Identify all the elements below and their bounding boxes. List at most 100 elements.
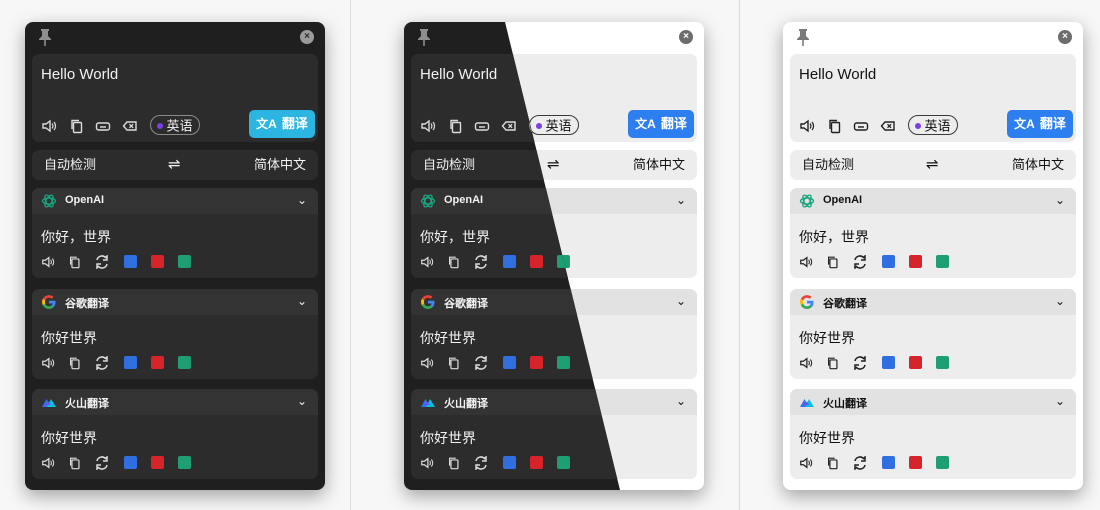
dictionary-red-icon-square <box>151 255 164 268</box>
source-text-input[interactable]: Hello World <box>420 66 497 83</box>
swap-languages-icon[interactable]: ⇌ <box>168 150 181 180</box>
retranslate-icon[interactable] <box>95 356 109 370</box>
source-language-select[interactable]: 自动检测 <box>44 150 96 180</box>
dictionary-blue-icon[interactable] <box>882 456 896 470</box>
dictionary-red-icon-square <box>530 456 543 469</box>
speaker-icon[interactable] <box>420 356 434 370</box>
dictionary-red-icon[interactable] <box>530 356 544 370</box>
copy-icon[interactable] <box>68 255 82 269</box>
speaker-icon[interactable] <box>799 456 813 470</box>
dictionary-blue-icon[interactable] <box>124 456 138 470</box>
speaker-icon[interactable] <box>799 356 813 370</box>
dictionary-green-icon[interactable] <box>936 255 950 269</box>
dictionary-red-icon[interactable] <box>530 255 544 269</box>
result-card-header[interactable]: 火山翻译 ⌄ <box>32 389 318 415</box>
result-card-header[interactable]: OpenAI ⌄ <box>32 188 318 214</box>
dictionary-green-icon[interactable] <box>936 456 950 470</box>
retranslate-icon[interactable] <box>95 255 109 269</box>
result-card-header[interactable]: OpenAI ⌄ <box>790 188 1076 214</box>
copy-icon[interactable] <box>68 456 82 470</box>
dictionary-blue-icon[interactable] <box>124 356 138 370</box>
pin-icon[interactable] <box>795 28 811 46</box>
collapse-icon[interactable]: ⌄ <box>296 393 308 409</box>
source-text-input[interactable]: Hello World <box>799 66 876 83</box>
dictionary-green-icon[interactable] <box>178 356 192 370</box>
retranslate-icon[interactable] <box>474 456 488 470</box>
swap-languages-icon[interactable]: ⇌ <box>926 150 939 180</box>
target-language-select[interactable]: 简体中文 <box>254 150 306 180</box>
pin-icon[interactable] <box>37 28 53 46</box>
dictionary-green-icon[interactable] <box>936 356 950 370</box>
collapse-icon[interactable]: ⌄ <box>296 192 308 208</box>
collapse-icon[interactable]: ⌄ <box>1054 192 1066 208</box>
dictionary-red-icon[interactable] <box>909 456 923 470</box>
retranslate-icon[interactable] <box>853 255 867 269</box>
dictionary-green-icon[interactable] <box>178 255 192 269</box>
copy-icon[interactable] <box>69 118 85 134</box>
language-bar: 自动检测 ⇌ 简体中文 <box>32 150 318 180</box>
retranslate-icon[interactable] <box>474 356 488 370</box>
dictionary-blue-icon[interactable] <box>882 356 896 370</box>
retranslate-icon[interactable] <box>95 456 109 470</box>
clear-icon[interactable] <box>501 118 517 134</box>
copy-icon[interactable] <box>447 356 461 370</box>
copy-icon[interactable] <box>826 356 840 370</box>
keyboard-icon[interactable] <box>853 118 869 134</box>
copy-icon[interactable] <box>68 356 82 370</box>
source-text-input[interactable]: Hello World <box>41 66 118 83</box>
collapse-icon[interactable]: ⌄ <box>1054 293 1066 309</box>
dictionary-red-icon[interactable] <box>909 255 923 269</box>
dictionary-blue-icon[interactable] <box>503 356 517 370</box>
translation-result: 你好，世界 <box>420 229 490 245</box>
clear-icon[interactable] <box>880 118 896 134</box>
speaker-icon[interactable] <box>41 356 55 370</box>
speaker-icon[interactable] <box>799 255 813 269</box>
source-language-select[interactable]: 自动检测 <box>423 150 475 180</box>
translate-button[interactable]: 文A 翻译 <box>1007 110 1073 138</box>
copy-icon[interactable] <box>826 255 840 269</box>
dictionary-blue-icon[interactable] <box>503 255 517 269</box>
dictionary-red-icon[interactable] <box>909 356 923 370</box>
service-name: OpenAI <box>65 194 105 206</box>
dictionary-red-icon[interactable] <box>151 255 165 269</box>
source-language-select[interactable]: 自动检测 <box>802 150 854 180</box>
speaker-icon[interactable] <box>799 118 815 134</box>
retranslate-icon[interactable] <box>853 456 867 470</box>
result-card-header[interactable]: 谷歌翻译 ⌄ <box>32 289 318 315</box>
speaker-icon[interactable] <box>420 255 434 269</box>
dictionary-red-icon[interactable] <box>530 456 544 470</box>
dictionary-blue-icon[interactable] <box>124 255 138 269</box>
copy-icon[interactable] <box>827 118 843 134</box>
target-language-select[interactable]: 简体中文 <box>1012 150 1064 180</box>
speaker-icon[interactable] <box>41 456 55 470</box>
speaker-icon[interactable] <box>41 255 55 269</box>
dictionary-red-icon[interactable] <box>151 356 165 370</box>
dictionary-green-icon[interactable] <box>557 456 571 470</box>
result-card-header[interactable]: 火山翻译 ⌄ <box>790 389 1076 415</box>
retranslate-icon[interactable] <box>853 356 867 370</box>
copy-icon[interactable] <box>448 118 464 134</box>
dictionary-green-icon[interactable] <box>557 356 571 370</box>
copy-icon[interactable] <box>447 255 461 269</box>
dictionary-red-icon-square <box>909 356 922 369</box>
collapse-icon[interactable]: ⌄ <box>296 293 308 309</box>
dictionary-red-icon[interactable] <box>151 456 165 470</box>
close-button[interactable]: × <box>1058 30 1072 44</box>
result-card-header[interactable]: 谷歌翻译 ⌄ <box>790 289 1076 315</box>
dictionary-blue-icon[interactable] <box>503 456 517 470</box>
speaker-icon[interactable] <box>420 118 436 134</box>
close-button[interactable]: × <box>300 30 314 44</box>
speaker-icon[interactable] <box>41 118 57 134</box>
dictionary-blue-icon[interactable] <box>882 255 896 269</box>
clear-icon[interactable] <box>122 118 138 134</box>
keyboard-icon[interactable] <box>95 118 111 134</box>
speaker-icon[interactable] <box>420 456 434 470</box>
translate-button[interactable]: 文A 翻译 <box>249 110 315 138</box>
dictionary-green-icon[interactable] <box>178 456 192 470</box>
retranslate-icon[interactable] <box>474 255 488 269</box>
keyboard-icon[interactable] <box>474 118 490 134</box>
copy-icon[interactable] <box>447 456 461 470</box>
copy-icon[interactable] <box>826 456 840 470</box>
pin-icon[interactable] <box>416 28 432 46</box>
collapse-icon[interactable]: ⌄ <box>1054 393 1066 409</box>
